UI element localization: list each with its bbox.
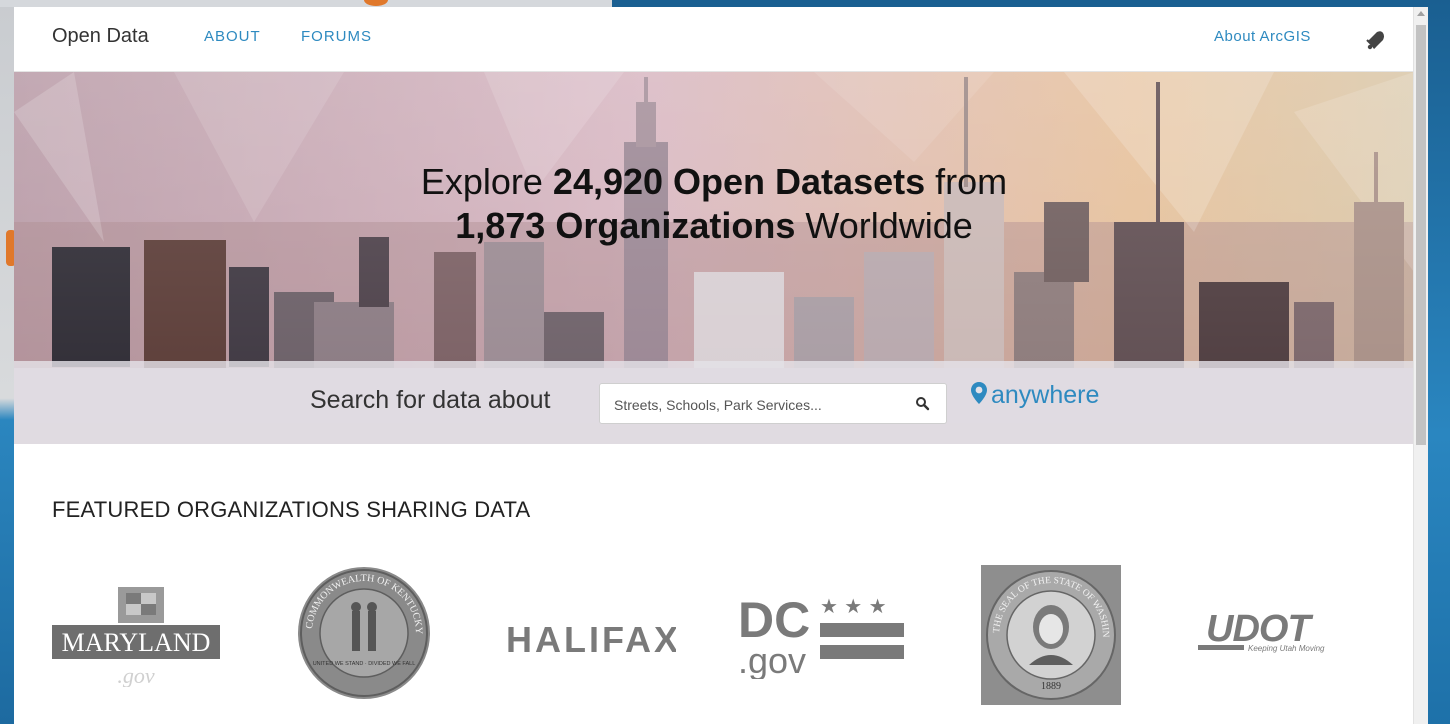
organization-count: 1,873 Organizations (455, 205, 796, 246)
location-selector[interactable]: anywhere (970, 381, 1099, 410)
maryland-wordmark: MARYLAND (62, 628, 211, 657)
halifax-logo: HALIFAX (506, 619, 678, 660)
dataset-count: 24,920 Open Datasets (552, 161, 926, 202)
search-box[interactable] (599, 383, 947, 424)
search-band: Search for data about anywhere (14, 361, 1414, 444)
nav-link-about[interactable]: ABOUT (204, 28, 261, 45)
headline-worldwide: Worldwide (795, 205, 973, 246)
location-label: anywhere (991, 381, 1100, 409)
vertical-scrollbar[interactable] (1413, 7, 1428, 724)
headline-line-2: 1,873 Organizations Worldwide (14, 204, 1414, 248)
search-icon[interactable] (914, 395, 932, 413)
headline-suffix: from (925, 161, 1008, 202)
featured-heading: FEATURED ORGANIZATIONS SHARING DATA (52, 497, 531, 522)
org-logo-udot[interactable]: UDOT Keeping Utah Moving (1196, 607, 1366, 667)
scrollbar-thumb[interactable] (1416, 25, 1426, 445)
udot-logo: UDOT Keeping Utah Moving (1198, 608, 1325, 653)
desktop-backdrop-right (1428, 0, 1450, 724)
scroll-up-arrow-icon[interactable] (1417, 11, 1425, 16)
dc-stars: ★ ★ ★ (820, 594, 887, 618)
desktop-backdrop-top-right (612, 0, 1450, 7)
nav-link-about-arcgis[interactable]: About ArcGIS (1214, 28, 1311, 45)
org-logo-kentucky[interactable]: COMMONWEALTH OF KENTUCKY UNITED WE STAND… (296, 565, 432, 701)
search-label: Search for data about (310, 386, 551, 414)
halifax-wordmark: HALIFAX (506, 619, 676, 660)
top-nav: Open Data ABOUT FORUMS About ArcGIS (14, 7, 1414, 72)
desktop-backdrop-top-left (0, 0, 612, 7)
org-logo-halifax[interactable]: HALIFAX (506, 612, 678, 660)
maryland-logo: MARYLAND .gov (52, 587, 220, 688)
headline-line-1: Explore 24,920 Open Datasets from (14, 160, 1414, 204)
dc-gov-suffix: .gov (738, 640, 806, 679)
featured-organizations: MARYLAND .gov COMMONWEALTH OF KENTUCKY U… (14, 557, 1414, 717)
washington-seal: THE SEAL OF THE STATE OF WASHINGTON 1889 (978, 558, 1121, 705)
udot-tagline: Keeping Utah Moving (1248, 644, 1325, 653)
bell-icon[interactable] (1364, 27, 1388, 51)
map-marker-icon (971, 382, 987, 404)
kentucky-seal: COMMONWEALTH OF KENTUCKY UNITED WE STAND… (298, 567, 430, 699)
search-input[interactable] (612, 393, 906, 417)
hero-banner: Explore 24,920 Open Datasets from 1,873 … (14, 72, 1414, 444)
washington-seal-year: 1889 (1041, 681, 1061, 692)
maryland-gov-suffix: .gov (117, 663, 155, 687)
desktop-backdrop-left (0, 0, 14, 724)
dc-gov-logo: DC .gov ★ ★ ★ (738, 592, 904, 681)
hero-headline: Explore 24,920 Open Datasets from 1,873 … (14, 160, 1414, 248)
nav-link-forums[interactable]: FORUMS (301, 28, 372, 45)
browser-window: Open Data ABOUT FORUMS About ArcGIS Expl… (14, 7, 1428, 724)
brand-title[interactable]: Open Data (52, 25, 149, 48)
kentucky-motto: UNITED WE STAND · DIVIDED WE FALL (313, 661, 416, 667)
headline-prefix: Explore (420, 161, 553, 202)
org-logo-maryland[interactable]: MARYLAND .gov (52, 587, 222, 688)
org-logo-washington[interactable]: THE SEAL OF THE STATE OF WASHINGTON 1889 (978, 558, 1121, 705)
org-logo-dc-gov[interactable]: DC .gov ★ ★ ★ (738, 589, 908, 681)
